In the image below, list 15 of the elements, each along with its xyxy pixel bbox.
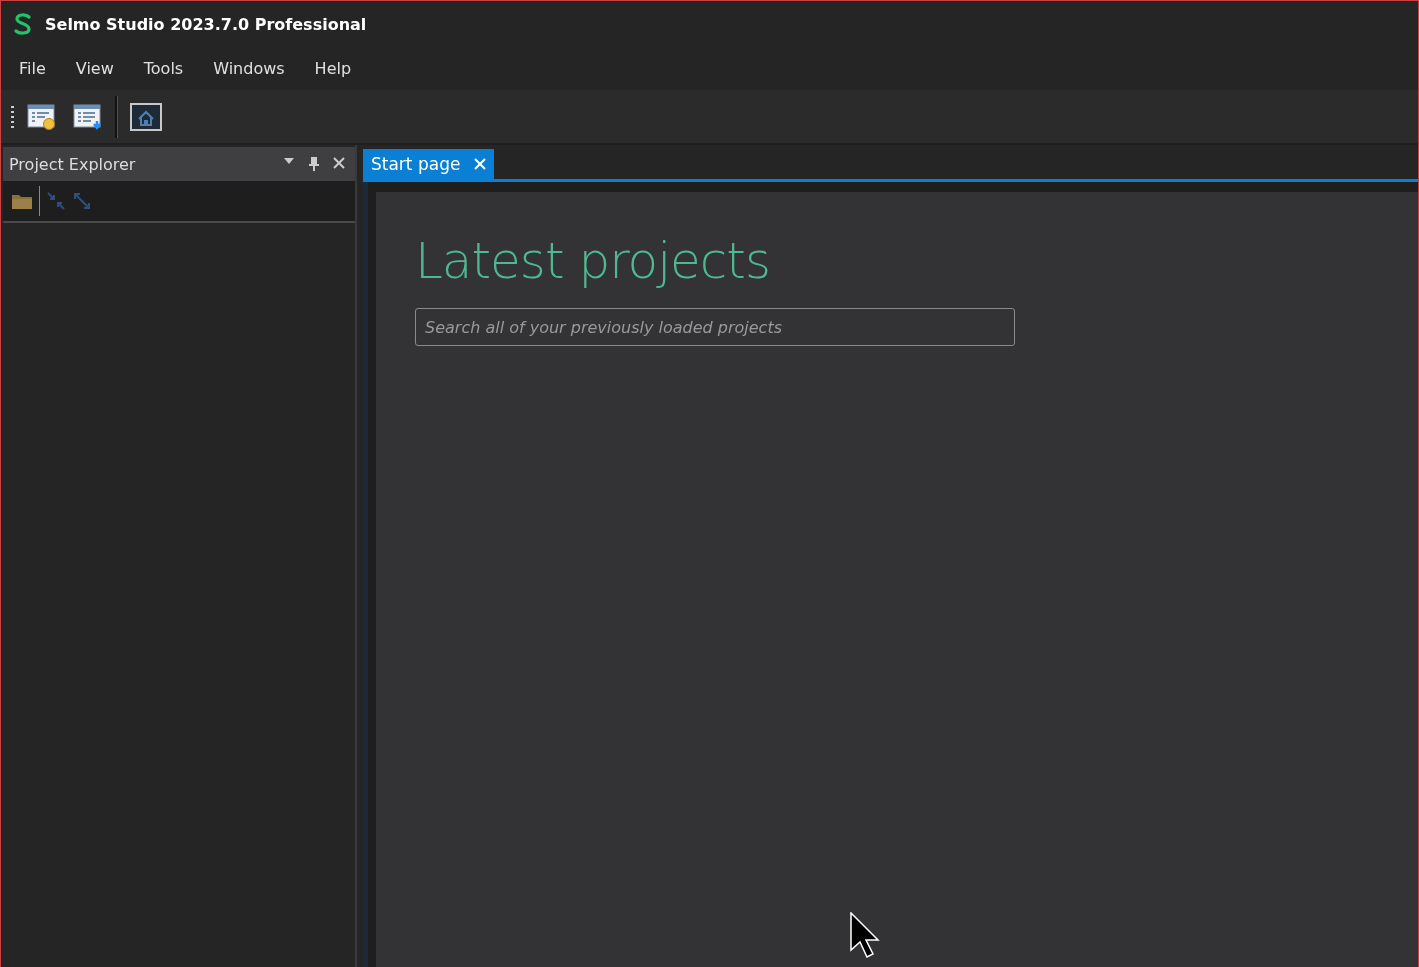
menu-item[interactable]: View xyxy=(63,55,126,82)
folder-icon[interactable] xyxy=(11,192,33,210)
menu-item[interactable]: File xyxy=(7,55,58,82)
search-field[interactable]: Search all of your previously loaded projects xyxy=(415,308,1015,346)
panel-title: Project Explorer xyxy=(9,154,136,174)
menu-item[interactable]: Windows xyxy=(201,55,297,82)
close-icon[interactable] xyxy=(474,158,487,170)
window-title: Selmo Studio 2023.7.0 Professional xyxy=(45,14,367,34)
menu-item[interactable]: Help xyxy=(302,55,364,82)
menu-item[interactable]: Tools xyxy=(131,55,196,82)
toolbar-grip-icon xyxy=(11,105,15,128)
tab[interactable]: Start page xyxy=(363,149,495,179)
mouse-pointer-icon xyxy=(850,912,880,958)
page-heading: Latest projects xyxy=(415,232,771,290)
app-logo-icon xyxy=(13,12,33,36)
